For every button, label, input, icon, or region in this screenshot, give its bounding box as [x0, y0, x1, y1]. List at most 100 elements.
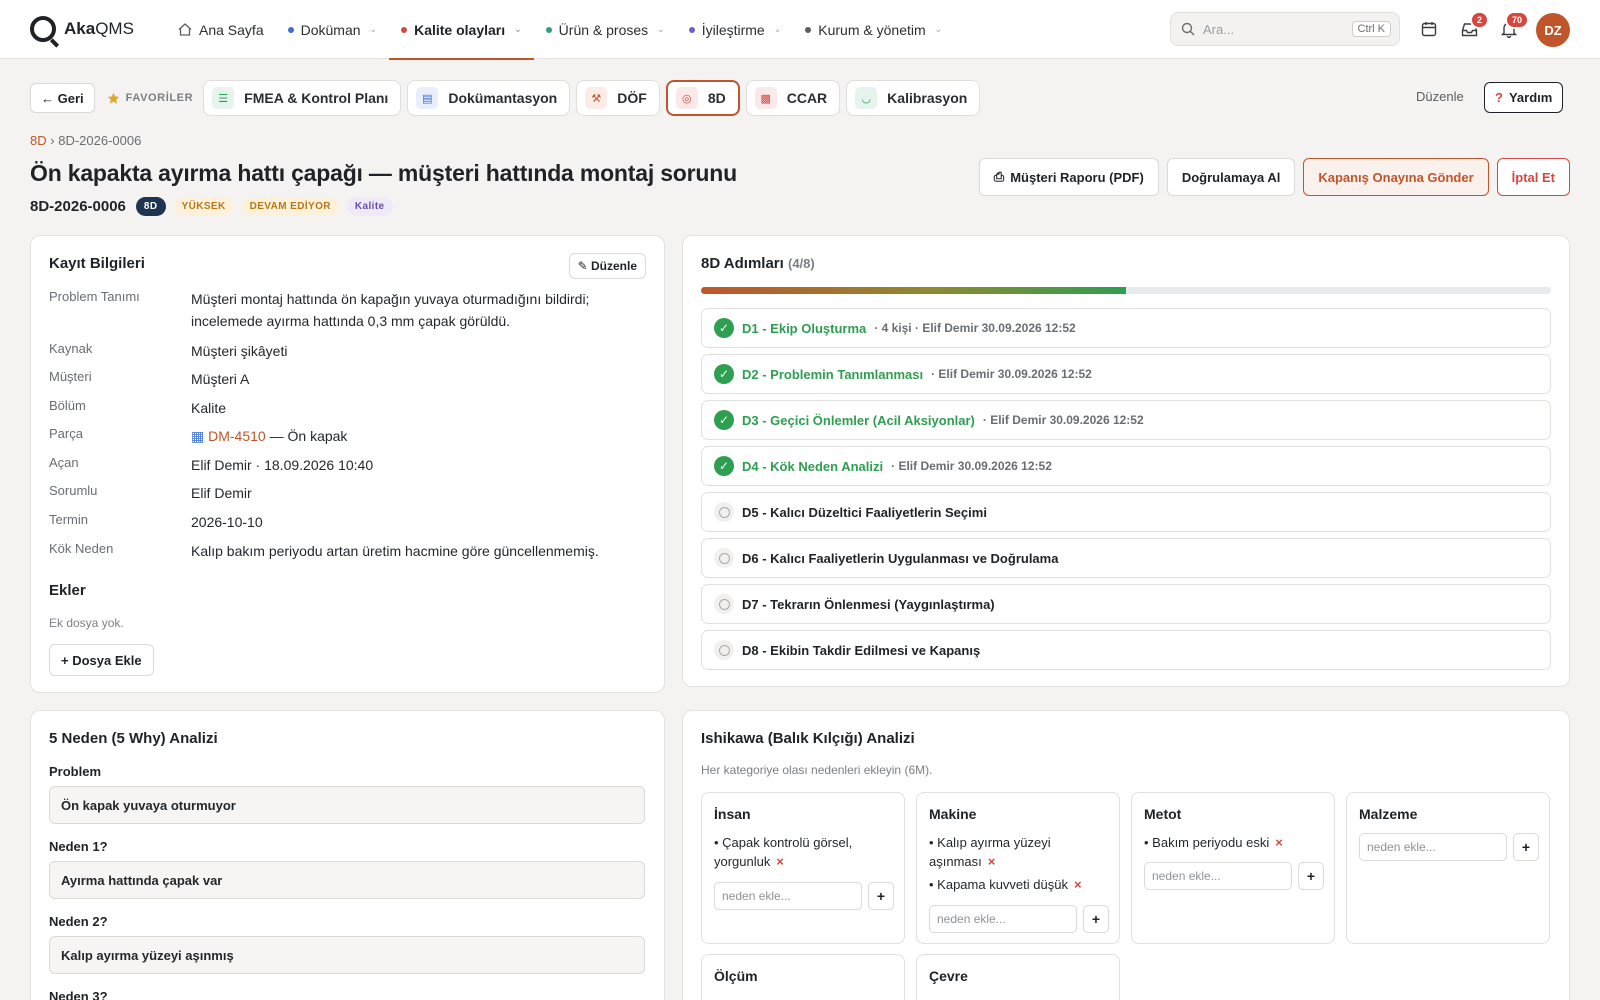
field-value: Elif Demir · 18.09.2026 10:40	[191, 457, 374, 473]
app-logo[interactable]: AkaQMS	[30, 16, 134, 42]
fav-chip-fmea[interactable]: ☰ FMEA & Kontrol Planı	[203, 80, 402, 116]
field-label: Bölüm	[49, 398, 86, 413]
category-title: İnsan	[714, 806, 751, 822]
cause-input[interactable]	[929, 905, 1077, 933]
nav-item-home[interactable]: Ana Sayfa	[166, 0, 276, 59]
move-to-verification-button[interactable]: Doğrulamaya Al	[1166, 158, 1296, 196]
calendar-icon	[1421, 22, 1437, 37]
why-problem-input[interactable]: Ön kapak yuvaya oturmuyor	[49, 786, 645, 824]
pending-circle-icon	[714, 548, 734, 568]
help-icon: ?	[1495, 90, 1503, 105]
chip-label: Kalibrasyon	[887, 90, 968, 106]
nav-item-organization[interactable]: Kurum & yönetim ⌄	[793, 0, 954, 59]
field-value: Elif Demir	[191, 485, 252, 501]
nav-item-quality-events[interactable]: Kalite olayları ⌄	[389, 0, 534, 60]
why-label: Neden 3?	[49, 989, 108, 1000]
search-box[interactable]: Ctrl K	[1170, 12, 1400, 46]
add-cause-button[interactable]: +	[1083, 905, 1109, 933]
type-badge: 8D	[135, 197, 166, 216]
step-row[interactable]: D8 - Ekibin Takdir Edilmesi ve Kapanış	[701, 630, 1551, 670]
ishikawa-card: Ishikawa (Balık Kılçığı) Analizi Her kat…	[682, 710, 1570, 1000]
why-2-input[interactable]: Kalıp ayırma yüzeyi aşınmış	[49, 936, 645, 974]
document-icon: ▤	[416, 87, 439, 109]
nav-item-improvement[interactable]: İyileştirme ⌄	[677, 0, 794, 59]
part-code-link[interactable]: DM-4510	[208, 428, 266, 444]
step-row[interactable]: ✓ D3 - Geçici Önlemler (Acil Aksiyonlar) ·…	[701, 400, 1551, 440]
nav-dot-icon	[688, 26, 695, 33]
search-icon	[1181, 22, 1195, 36]
nav-item-document[interactable]: Doküman ⌄	[276, 0, 389, 59]
ishikawa-category-method: Metot • Bakım periyodu eski× +	[1131, 792, 1335, 944]
search-input[interactable]	[1203, 21, 1343, 37]
add-cause-button[interactable]: +	[1298, 862, 1324, 890]
category-title: Metot	[1144, 806, 1182, 822]
remove-cause-icon[interactable]: ×	[1275, 835, 1283, 850]
pending-circle-icon	[714, 502, 734, 522]
help-button[interactable]: ? Yardım	[1484, 82, 1564, 113]
user-avatar[interactable]: DZ	[1536, 13, 1570, 47]
ishikawa-category-environment: Çevre	[916, 954, 1120, 1000]
fav-chip-documentation[interactable]: ▤ Dokümantasyon	[407, 80, 571, 116]
add-cause-button[interactable]: +	[1513, 833, 1539, 861]
breadcrumb-root[interactable]: 8D	[30, 133, 47, 148]
home-icon	[178, 23, 192, 36]
step-row[interactable]: D7 - Tekrarın Önlenmesi (Yaygınlaştırma)	[701, 584, 1551, 624]
edit-record-button[interactable]: ✎ Düzenle	[568, 253, 646, 279]
edit-favorites-link[interactable]: Düzenle	[1416, 89, 1464, 104]
clipboard-icon: ▩	[754, 87, 777, 109]
fav-chip-dof[interactable]: ⚒ DÖF	[576, 80, 660, 116]
step-row[interactable]: ✓ D1 - Ekip Oluşturma · 4 kişi · Elif Demi…	[701, 308, 1551, 348]
remove-cause-icon[interactable]: ×	[988, 854, 996, 869]
chevron-down-icon: ⌄	[514, 24, 522, 34]
calendar-button[interactable]	[1418, 18, 1440, 40]
field-value: Kalite	[191, 400, 227, 416]
field-label: Parça	[49, 426, 83, 441]
chevron-down-icon: ⌄	[773, 24, 782, 34]
add-file-button[interactable]: + Dosya Ekle	[49, 644, 154, 676]
steps-card: 8D Adımları (4/8) ✓ D1 - Ekip Oluşturma · …	[682, 235, 1570, 687]
step-row[interactable]: ✓ D4 - Kök Neden Analizi · Elif Demir 30.0…	[701, 446, 1551, 486]
check-circle-icon: ✓	[714, 456, 734, 476]
field-label: Kaynak	[49, 341, 93, 356]
record-meta: 8D-2026-0006 8D YÜKSEK DEVAM EDİYOR Kali…	[30, 197, 393, 216]
remove-cause-icon[interactable]: ×	[1074, 877, 1082, 892]
send-close-approval-button[interactable]: Kapanış Onayına Gönder	[1303, 158, 1489, 196]
why-1-input[interactable]: Ayırma hattında çapak var	[49, 861, 645, 899]
fav-chip-ccar[interactable]: ▩ CCAR	[745, 80, 841, 116]
steps-progress-bar	[701, 287, 1551, 294]
step-title: D2 - Problemin Tanımlanması	[742, 366, 924, 382]
fav-chip-8d[interactable]: ◎ 8D	[665, 80, 740, 116]
nav-label: Ana Sayfa	[199, 21, 264, 38]
step-row[interactable]: ✓ D2 - Problemin Tanımlanması · Elif Demir…	[701, 354, 1551, 394]
cause-item: • Kalıp ayırma yüzeyi aşınması ×	[929, 835, 1051, 869]
add-cause-button[interactable]: +	[868, 882, 894, 910]
no-files-text: Ek dosya yok.	[49, 616, 124, 630]
field-opened-by: Açan Elif Demir · 18.09.2026 10:40	[49, 454, 639, 476]
check-circle-icon: ✓	[714, 410, 734, 430]
cause-input[interactable]	[1359, 833, 1507, 861]
nav-label: İyileştirme	[701, 21, 765, 38]
nav-label: Kurum & yönetim	[818, 21, 926, 38]
back-button[interactable]: ← Geri	[30, 83, 95, 113]
cause-input[interactable]	[1144, 862, 1292, 890]
nav-label: Ürün & proses	[558, 21, 649, 38]
field-problem: Problem Tanımı Müşteri montaj hattında ö…	[49, 288, 639, 332]
step-row[interactable]: D5 - Kalıcı Düzeltici Faaliyetlerin Seçi…	[701, 492, 1551, 532]
step-title: D3 - Geçici Önlemler (Acil Aksiyonlar)	[742, 412, 975, 428]
cause-input[interactable]	[714, 882, 862, 910]
field-department: Bölüm Kalite	[49, 397, 639, 419]
field-value: Müşteri şikâyeti	[191, 343, 288, 359]
ishikawa-category-machine: Makine • Kalıp ayırma yüzeyi aşınması × •…	[916, 792, 1120, 944]
page-title: Ön kapakta ayırma hattı çapağı — müşteri…	[30, 160, 737, 186]
nav-item-product-process[interactable]: Ürün & proses ⌄	[534, 0, 677, 59]
customer-report-pdf-button[interactable]: ⎙ Müşteri Raporu (PDF)	[978, 158, 1159, 196]
notification-count-badge: 70	[1504, 11, 1529, 29]
inbox-button[interactable]: 2	[1458, 11, 1489, 40]
cancel-record-button[interactable]: İptal Et	[1496, 158, 1570, 196]
favorites-label: FAVORİLER	[107, 92, 194, 105]
step-row[interactable]: D6 - Kalıcı Faaliyetlerin Uygulanması ve…	[701, 538, 1551, 578]
remove-cause-icon[interactable]: ×	[776, 854, 784, 869]
chip-label: CCAR	[786, 90, 828, 106]
fav-chip-calibration[interactable]: ◡ Kalibrasyon	[846, 80, 981, 116]
notifications-button[interactable]: 70	[1498, 11, 1529, 40]
